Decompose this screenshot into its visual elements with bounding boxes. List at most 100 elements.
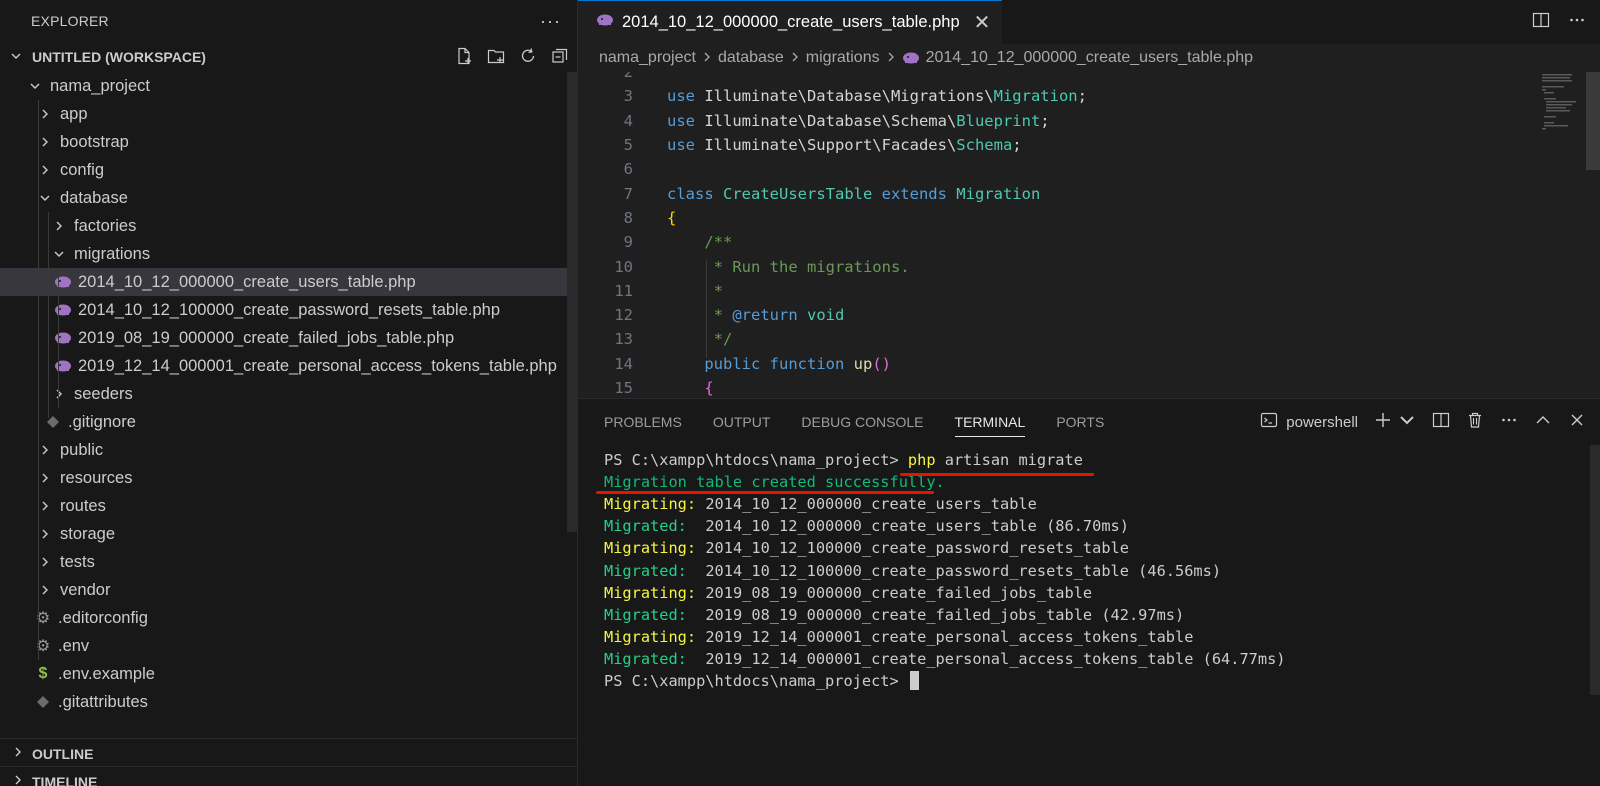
tree-item-folder[interactable]: factories: [0, 212, 577, 240]
timeline-section[interactable]: TIMELINE: [0, 766, 577, 786]
code-token: *: [667, 306, 733, 325]
tree-item-label: factories: [74, 216, 137, 235]
tree-item-file[interactable]: .gitattributes: [0, 688, 577, 716]
more-actions-icon[interactable]: [1568, 11, 1586, 34]
tree-item-folder[interactable]: migrations: [0, 240, 577, 268]
tree-item-label: .gitattributes: [58, 692, 148, 711]
trash-icon[interactable]: [1466, 411, 1484, 433]
tree-item-file[interactable]: 2019_12_14_000001_create_personal_access…: [0, 352, 577, 380]
code-line: 14 public function up(): [578, 352, 891, 376]
tree-item-folder[interactable]: database: [0, 184, 577, 212]
tree-item-folder[interactable]: public: [0, 436, 577, 464]
chevron-down-icon[interactable]: [1398, 411, 1416, 433]
tree-item-label: 2014_10_12_000000_create_users_table.php: [78, 272, 416, 291]
php-file-icon: [54, 330, 72, 346]
tree-item-folder[interactable]: tests: [0, 548, 577, 576]
tree-item-folder[interactable]: routes: [0, 492, 577, 520]
tab-problems[interactable]: PROBLEMS: [604, 399, 682, 445]
more-actions-icon[interactable]: [1500, 411, 1518, 433]
code-token: CreateUsersTable: [723, 184, 882, 203]
terminal-text: Migrating:: [604, 495, 706, 514]
tree-item-folder[interactable]: app: [0, 100, 577, 128]
collapse-all-icon[interactable]: [551, 47, 569, 68]
code-view[interactable]: 2 3 use Illuminate\Database\Migrations\Mig…: [578, 72, 1600, 398]
new-folder-icon[interactable]: [487, 47, 505, 68]
terminal-scrollbar[interactable]: [1590, 445, 1600, 695]
chevron-right-icon: [886, 50, 896, 66]
close-panel-icon[interactable]: [1568, 411, 1586, 433]
tree-item-folder[interactable]: storage: [0, 520, 577, 548]
minimap[interactable]: [1524, 72, 1584, 142]
terminal-text: Migrated:: [604, 605, 706, 624]
shell-name[interactable]: powershell: [1286, 414, 1358, 431]
explorer-header: EXPLORER ···: [0, 0, 577, 42]
editor-scrollbar[interactable]: [1586, 72, 1600, 170]
tree-item-file[interactable]: ⚙ .editorconfig: [0, 604, 577, 632]
line-number: 4: [623, 111, 633, 130]
tree-item-folder[interactable]: bootstrap: [0, 128, 577, 156]
breadcrumb-item[interactable]: 2014_10_12_000000_create_users_table.php: [926, 49, 1253, 67]
chevron-right-icon: [38, 471, 52, 485]
terminal-line: Migrated: 2019_12_14_000001_create_perso…: [604, 648, 1286, 670]
tree-item-folder[interactable]: seeders: [0, 380, 577, 408]
breadcrumb-item[interactable]: migrations: [806, 49, 880, 67]
split-editor-icon[interactable]: [1532, 11, 1550, 34]
code-text: */: [667, 330, 733, 348]
panel-tabs: PROBLEMS OUTPUT DEBUG CONSOLE TERMINAL PORTS…: [578, 399, 1600, 445]
workspace-header[interactable]: UNTITLED (WORKSPACE): [0, 42, 577, 72]
editor-tab[interactable]: 2014_10_12_000000_create_users_table.php…: [578, 0, 1003, 44]
breadcrumb-item[interactable]: database: [718, 49, 784, 67]
sidebar-scrollbar[interactable]: [567, 72, 577, 532]
chevron-right-icon: [38, 527, 52, 541]
tree-item-file[interactable]: 2014_10_12_100000_create_password_resets…: [0, 296, 577, 324]
code-text: /**: [667, 233, 732, 251]
code-token: Illuminate\Database\Migrations\: [704, 87, 994, 106]
tree-item-file[interactable]: .gitignore: [0, 408, 577, 436]
terminal-line: Migrated: 2014_10_12_000000_create_users…: [604, 515, 1286, 537]
close-icon[interactable]: ✕: [974, 10, 991, 35]
chevron-right-icon: [790, 50, 800, 66]
settings-file-icon: ⚙: [35, 638, 51, 655]
tab-debug-console[interactable]: DEBUG CONSOLE: [801, 399, 923, 445]
tree-item-folder[interactable]: vendor: [0, 576, 577, 604]
outline-section[interactable]: OUTLINE: [0, 738, 577, 768]
chevron-down-icon: [10, 50, 32, 65]
tree-item-folder[interactable]: resources: [0, 464, 577, 492]
code-line: 8{: [578, 206, 677, 230]
terminal-line: Migrated: 2019_08_19_000000_create_faile…: [604, 604, 1286, 626]
tree-item-file[interactable]: 2014_10_12_000000_create_users_table.php: [0, 268, 577, 296]
terminal-text: 2019_08_19_000000_create_failed_jobs_tab…: [705, 605, 1185, 624]
terminal-text: php: [907, 451, 945, 470]
chevron-right-icon: [38, 107, 52, 121]
tree-item-label: tests: [60, 552, 95, 571]
tree-item-folder[interactable]: nama_project: [0, 72, 577, 100]
tab-terminal[interactable]: TERMINAL: [954, 407, 1026, 437]
tree-item-file[interactable]: $ .env.example: [0, 660, 577, 688]
chevron-down-icon: [28, 79, 42, 93]
more-actions-icon[interactable]: ···: [540, 11, 561, 32]
terminal-text: Migration table created successfully.: [604, 473, 945, 492]
tree-item-file[interactable]: ⚙ .env: [0, 632, 577, 660]
tab-output[interactable]: OUTPUT: [713, 399, 771, 445]
tree-item-file[interactable]: 2019_08_19_000000_create_failed_jobs_tab…: [0, 324, 577, 352]
indent-guide: [48, 212, 49, 418]
tab-ports[interactable]: PORTS: [1056, 399, 1104, 445]
code-text: * Run the migrations.: [667, 258, 910, 276]
new-file-icon[interactable]: [455, 47, 473, 68]
terminal-output[interactable]: PS C:\xampp\htdocs\nama_project> php art…: [604, 449, 1286, 692]
split-terminal-icon[interactable]: [1432, 411, 1450, 433]
code-text: *: [667, 282, 723, 300]
breadcrumb-item[interactable]: nama_project: [599, 49, 696, 67]
refresh-icon[interactable]: [519, 47, 537, 68]
tree-item-folder[interactable]: config: [0, 156, 577, 184]
chevron-right-icon: [12, 774, 32, 786]
code-token: public: [667, 354, 770, 373]
terminal-text: Migrating:: [604, 627, 706, 646]
maximize-panel-icon[interactable]: [1534, 411, 1552, 433]
terminal-line: PS C:\xampp\htdocs\nama_project>: [604, 670, 1286, 692]
annotation-underline: [596, 491, 934, 494]
new-terminal-icon[interactable]: [1374, 411, 1392, 433]
tree-item-label: seeders: [74, 384, 133, 403]
code-text: use Illuminate\Database\Schema\Blueprint…: [667, 112, 1050, 130]
chevron-right-icon: [38, 555, 52, 569]
